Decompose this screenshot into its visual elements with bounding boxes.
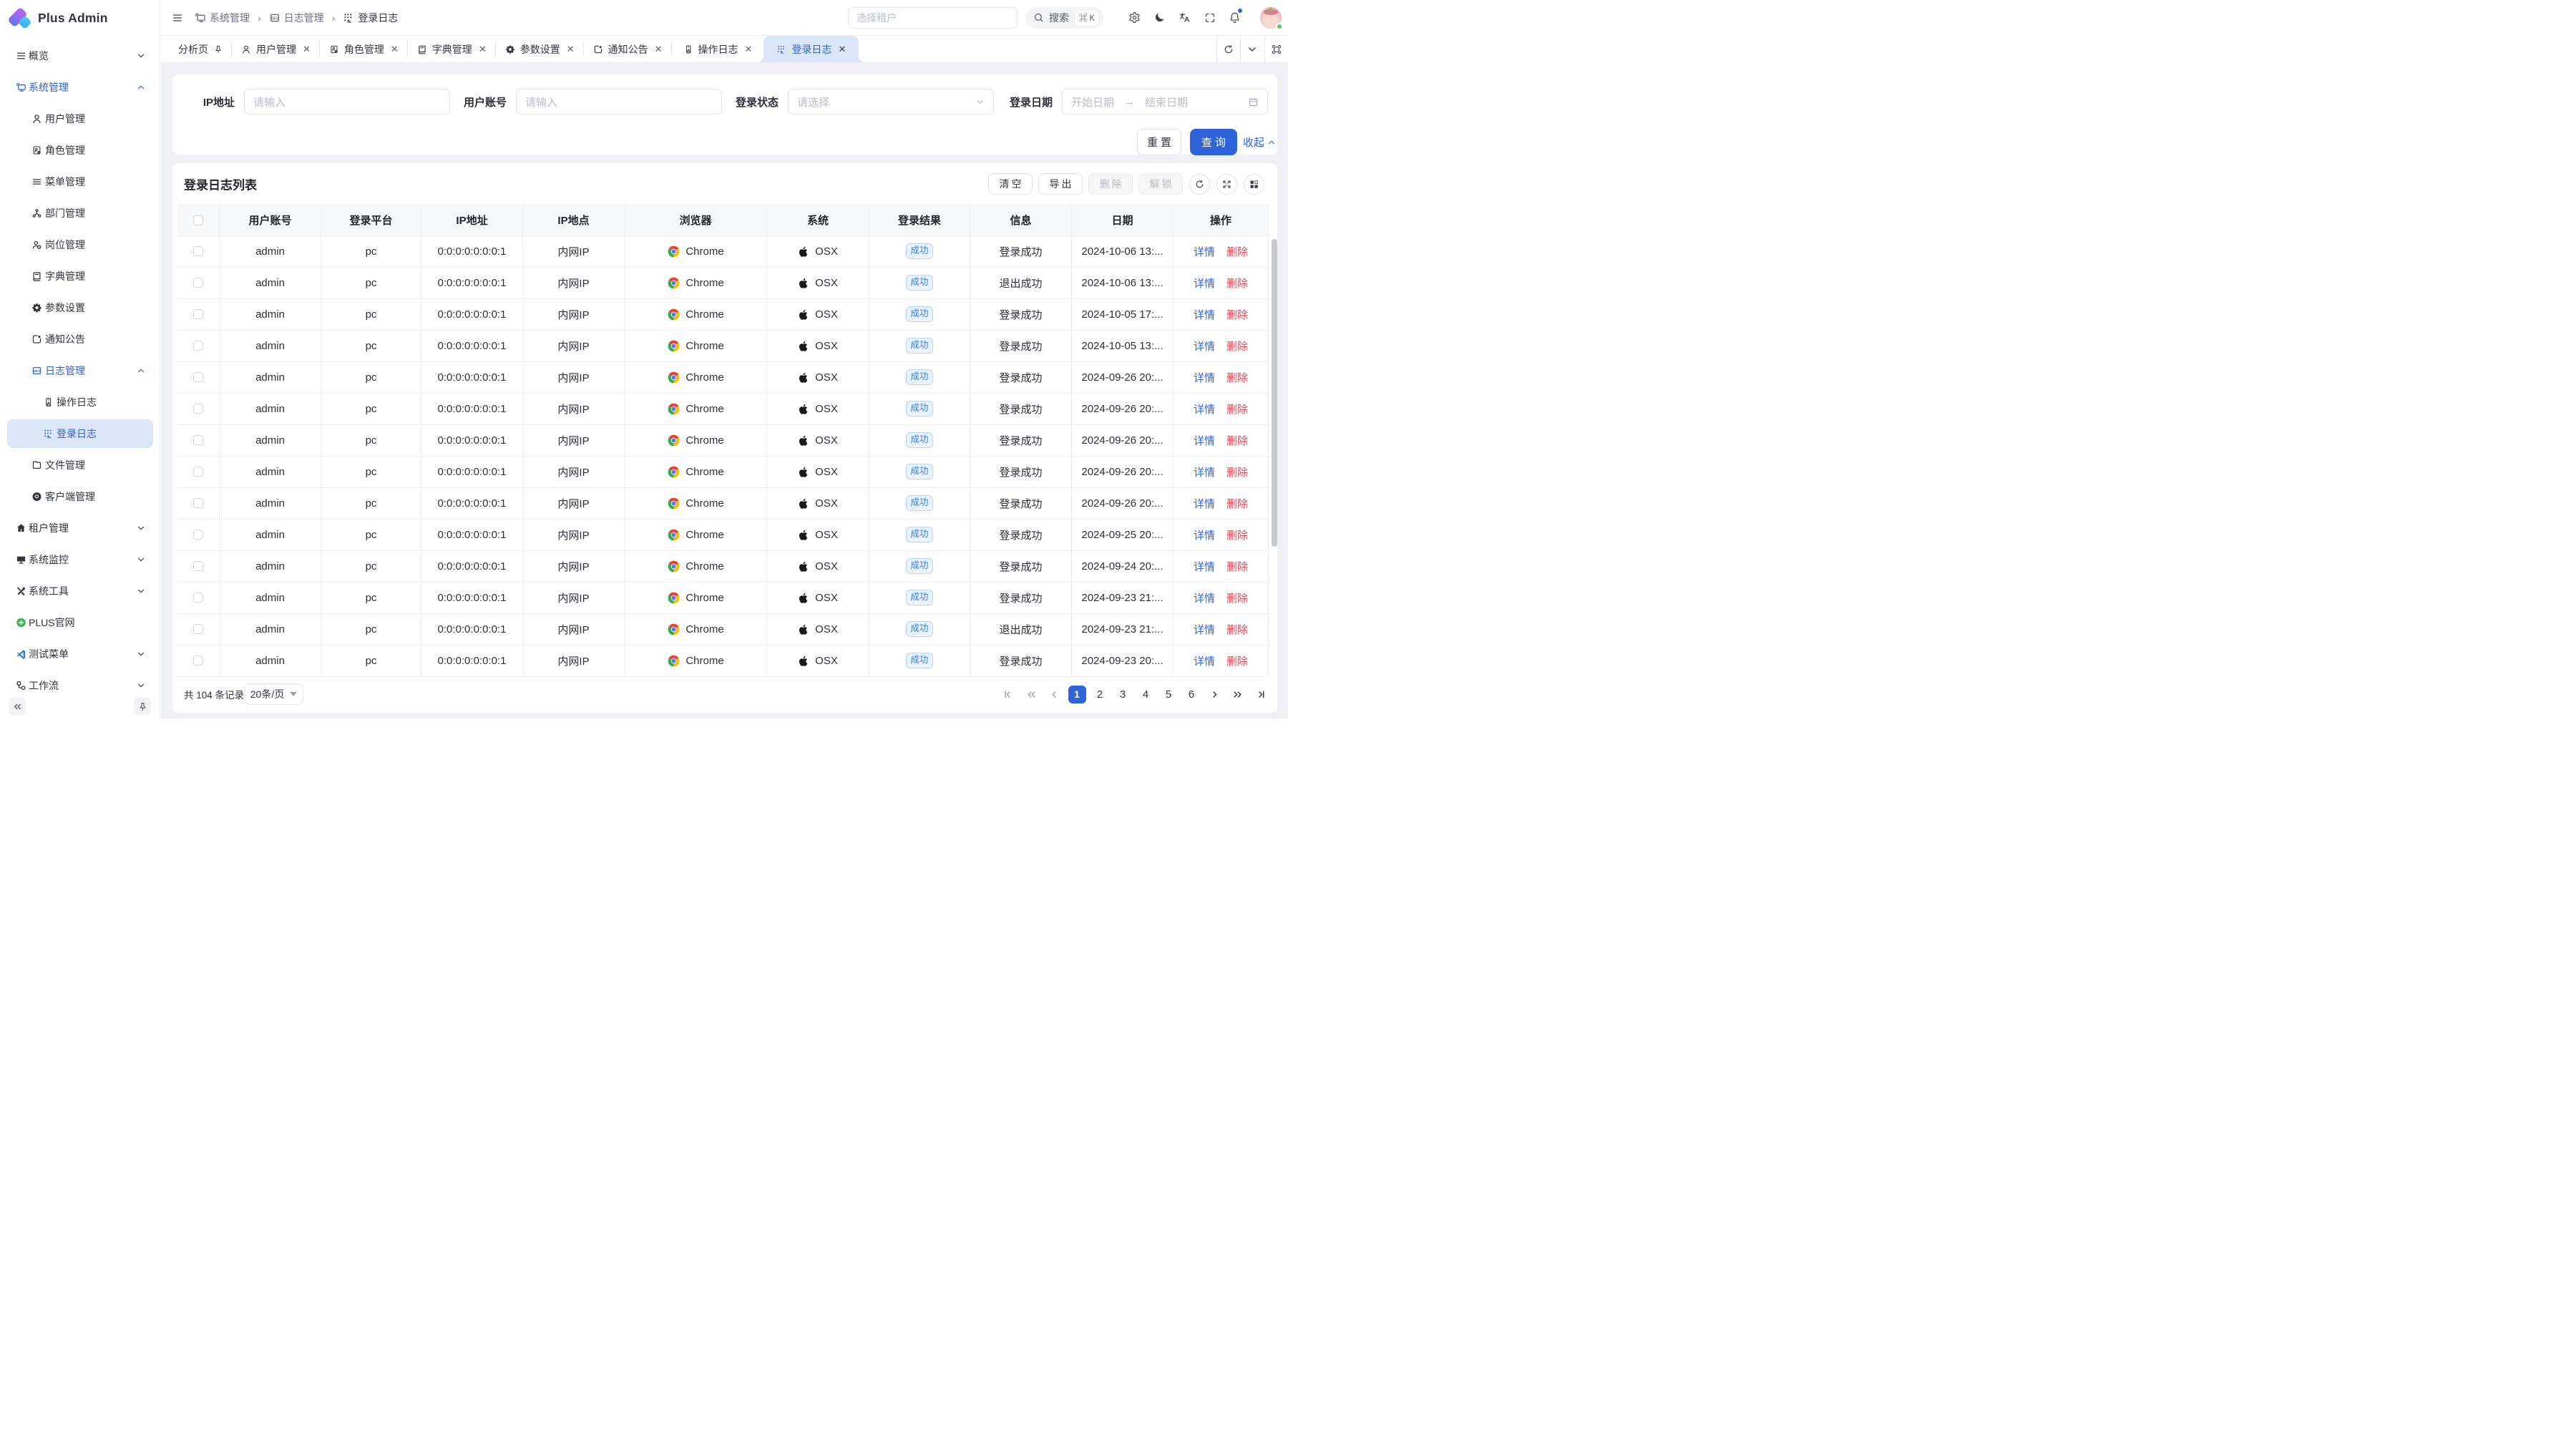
svg-text:DEV: DEV [34, 369, 41, 373]
svg-text:DEV: DEV [271, 16, 279, 21]
